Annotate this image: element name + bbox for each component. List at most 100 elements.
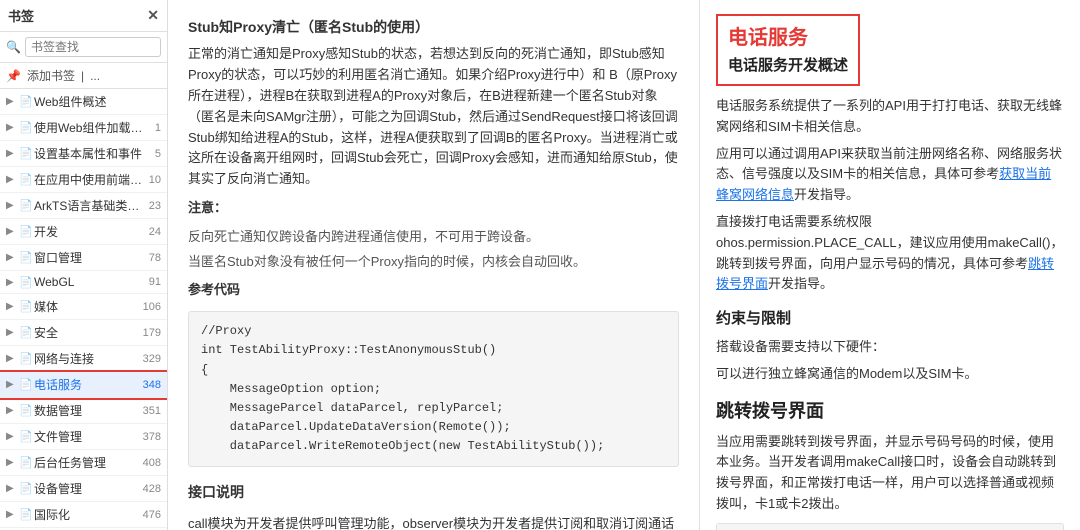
sidebar-item-label: WebGL xyxy=(34,275,146,289)
bookmark-icon: 📄 xyxy=(19,173,31,186)
expand-icon: ▶ xyxy=(6,301,16,312)
main-title: 电话服务 xyxy=(728,22,848,54)
search-input[interactable] xyxy=(25,37,161,57)
expand-icon: ▶ xyxy=(6,252,16,263)
bookmark-icon: 📄 xyxy=(19,251,31,264)
sidebar-header: 书签 ✕ xyxy=(0,0,167,32)
dialer-link[interactable]: 跳转拨号界面 xyxy=(716,256,1054,292)
expand-icon: ▶ xyxy=(6,277,16,288)
expand-icon: ▶ xyxy=(6,457,16,468)
bookmark-icon: 📄 xyxy=(19,326,31,339)
interface-title: 接口说明 xyxy=(188,481,679,503)
right-panel: 电话服务 电话服务开发概述 电话服务系统提供了一系列的API用于打打电话、获取无… xyxy=(700,0,1080,530)
sidebar-item-count: 10 xyxy=(149,174,163,186)
expand-icon: ▶ xyxy=(6,353,16,364)
bookmark-icon: 📄 xyxy=(19,508,31,521)
expand-icon: ▶ xyxy=(6,509,16,520)
sidebar-header-icons: ✕ xyxy=(147,7,159,24)
sidebar-item-label: ArkTS语言基础类库概述 xyxy=(34,197,146,214)
constraint-detail: 可以进行独立蜂窝通信的Modem以及SIM卡。 xyxy=(716,364,1064,385)
sidebar-item-count: 91 xyxy=(149,276,163,288)
sidebar-item-device-mgmt[interactable]: ▶📄设备管理428 xyxy=(0,476,167,502)
expand-icon: ▶ xyxy=(6,431,16,442)
toolbar-separator: | xyxy=(81,69,84,83)
sidebar-item-count: 378 xyxy=(143,431,163,443)
sidebar-item-count: 5 xyxy=(155,148,163,160)
sidebar-item-basic-events[interactable]: ▶📄设置基本属性和事件5 xyxy=(0,141,167,167)
sidebar-item-security[interactable]: ▶📄安全179 xyxy=(0,320,167,346)
close-icon[interactable]: ✕ xyxy=(147,7,159,24)
bookmark-icon: 📄 xyxy=(19,404,31,417)
bookmark-icon: 📄 xyxy=(19,199,31,212)
proxy-section: Stub知Proxy清亡（匿名Stub的使用） 正常的消亡通知是Proxy感知S… xyxy=(188,16,679,467)
expand-icon: ▶ xyxy=(6,174,16,185)
bookmark-icon: 📄 xyxy=(19,430,31,443)
sidebar-item-count: 1 xyxy=(155,122,163,134)
main-content: Stub知Proxy清亡（匿名Stub的使用） 正常的消亡通知是Proxy感知S… xyxy=(168,0,1080,530)
sidebar-item-web-load[interactable]: ▶📄使用Web组件加载页面1 xyxy=(0,115,167,141)
intro-para3: 直接拨打电话需要系统权限ohos.permission.PLACE_CALL，建… xyxy=(716,212,1064,295)
bookmark-icon: 📄 xyxy=(19,378,31,391)
intro-para1: 电话服务系统提供了一系列的API用于打打电话、获取无线蜂窝网络和SIM卡相关信息… xyxy=(716,96,1064,138)
jump-para1: 当应用需要跳转到拨号界面，并显示号码号码的时候，使用本业务。当开发者调用make… xyxy=(716,432,1064,515)
sidebar-item-file-mgmt[interactable]: ▶📄文件管理378 xyxy=(0,424,167,450)
add-bookmark-label[interactable]: 添加书签 xyxy=(27,67,75,84)
bookmark-icon: 📄 xyxy=(19,352,31,365)
sidebar-item-count: 24 xyxy=(149,226,163,238)
sidebar-item-count: 428 xyxy=(143,483,163,495)
sidebar-item-data-mgmt[interactable]: ▶📄数据管理351 xyxy=(0,398,167,424)
intro-section: 电话服务系统提供了一系列的API用于打打电话、获取无线蜂窝网络和SIM卡相关信息… xyxy=(716,96,1064,295)
constraint-title: 约束与限制 xyxy=(716,307,1064,331)
bookmark-icon: 📄 xyxy=(19,225,31,238)
sidebar-item-webgl[interactable]: ▶📄WebGL91 xyxy=(0,271,167,294)
doc-panel: Stub知Proxy清亡（匿名Stub的使用） 正常的消亡通知是Proxy感知S… xyxy=(168,0,700,530)
ref-label: 参考代码 xyxy=(188,280,679,301)
more-options-button[interactable]: ... xyxy=(90,69,100,83)
right-code-block: } else { console.log("make call fail, er… xyxy=(716,523,1064,530)
sidebar-item-count: 348 xyxy=(143,379,163,391)
bookmark-icon: 📄 xyxy=(19,276,31,289)
sidebar-item-label: 使用Web组件加载页面 xyxy=(34,119,152,136)
sidebar-item-media[interactable]: ▶📄媒体106 xyxy=(0,294,167,320)
sidebar-item-label: Web组件概述 xyxy=(34,93,158,110)
bookmark-icon: 📄 xyxy=(19,95,31,108)
sidebar-item-arkts-overview[interactable]: ▶📄ArkTS语言基础类库概述23 xyxy=(0,193,167,219)
sidebar-item-i18n[interactable]: ▶📄国际化476 xyxy=(0,502,167,528)
sub-title: 电话服务开发概述 xyxy=(728,54,848,78)
sidebar-item-window-mgmt[interactable]: ▶📄窗口管理78 xyxy=(0,245,167,271)
sidebar-item-label: 网络与连接 xyxy=(34,350,140,367)
expand-icon: ▶ xyxy=(6,148,16,159)
sidebar-item-label: 在应用中使用前端页面JavaSc ript xyxy=(34,171,146,188)
sidebar-item-label: 后台任务管理 xyxy=(34,454,140,471)
sidebar-item-count: 78 xyxy=(149,252,163,264)
sidebar-item-label: 电话服务 xyxy=(34,376,140,393)
sidebar-item-label: 窗口管理 xyxy=(34,249,146,266)
add-bookmark-icon[interactable]: 📌 xyxy=(6,69,21,83)
sidebar-items: ▶📄Web组件概述▶📄使用Web组件加载页面1▶📄设置基本属性和事件5▶📄在应用… xyxy=(0,89,167,530)
network-link[interactable]: 获取当前蜂窝网络信息 xyxy=(716,166,1051,202)
sidebar-item-network[interactable]: ▶📄网络与连接329 xyxy=(0,346,167,372)
expand-icon: ▶ xyxy=(6,405,16,416)
sidebar-item-bg-task[interactable]: ▶📄后台任务管理408 xyxy=(0,450,167,476)
sidebar-item-telephony[interactable]: ▶📄电话服务348 xyxy=(0,372,167,398)
sidebar: 书签 ✕ 🔍 📌 添加书签 | ... ▶📄Web组件概述▶📄使用Web组件加载… xyxy=(0,0,168,530)
sidebar-toolbar: 📌 添加书签 | ... xyxy=(0,63,167,89)
sidebar-item-count: 476 xyxy=(143,509,163,521)
bookmark-icon: 📄 xyxy=(19,121,31,134)
sidebar-item-dev[interactable]: ▶📄开发24 xyxy=(0,219,167,245)
sidebar-item-count: 329 xyxy=(143,353,163,365)
expand-icon: ▶ xyxy=(6,327,16,338)
sidebar-item-count: 351 xyxy=(143,405,163,417)
bookmark-icon: 📄 xyxy=(19,300,31,313)
bookmark-icon: 📄 xyxy=(19,147,31,160)
sidebar-item-label: 数据管理 xyxy=(34,402,140,419)
sidebar-item-web-overview[interactable]: ▶📄Web组件概述 xyxy=(0,89,167,115)
sidebar-item-label: 设置基本属性和事件 xyxy=(34,145,152,162)
search-bar: 🔍 xyxy=(0,32,167,63)
bookmark-icon: 📄 xyxy=(19,456,31,469)
sidebar-item-count: 23 xyxy=(149,200,163,212)
sidebar-item-in-app-js[interactable]: ▶📄在应用中使用前端页面JavaSc ript10 xyxy=(0,167,167,193)
sidebar-title: 书签 xyxy=(8,6,34,25)
proxy-section-title: Stub知Proxy清亡（匿名Stub的使用） xyxy=(188,16,679,38)
intro-para2: 应用可以通过调用API来获取当前注册网络名称、网络服务状态、信号强度以及SIM卡… xyxy=(716,144,1064,206)
